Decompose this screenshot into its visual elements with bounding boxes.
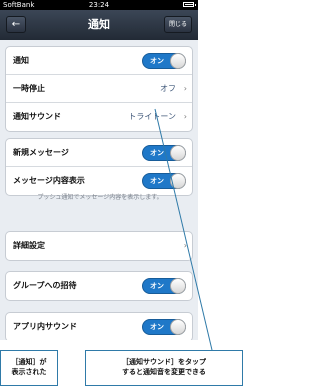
callout-line-1: ［通知］が: [11, 358, 47, 366]
callout-notification-shown: ［通知］が 表示された: [0, 350, 58, 386]
callout-line-2: すると通知音を変更できる: [122, 368, 206, 376]
callout-line-1: ［通知サウンド］をタップ: [122, 358, 206, 366]
callout-change-sound: ［通知サウンド］をタップ すると通知音を変更できる: [85, 350, 243, 386]
callout-leader-line: [154, 108, 213, 351]
callout-line-2: 表示された: [11, 368, 47, 376]
